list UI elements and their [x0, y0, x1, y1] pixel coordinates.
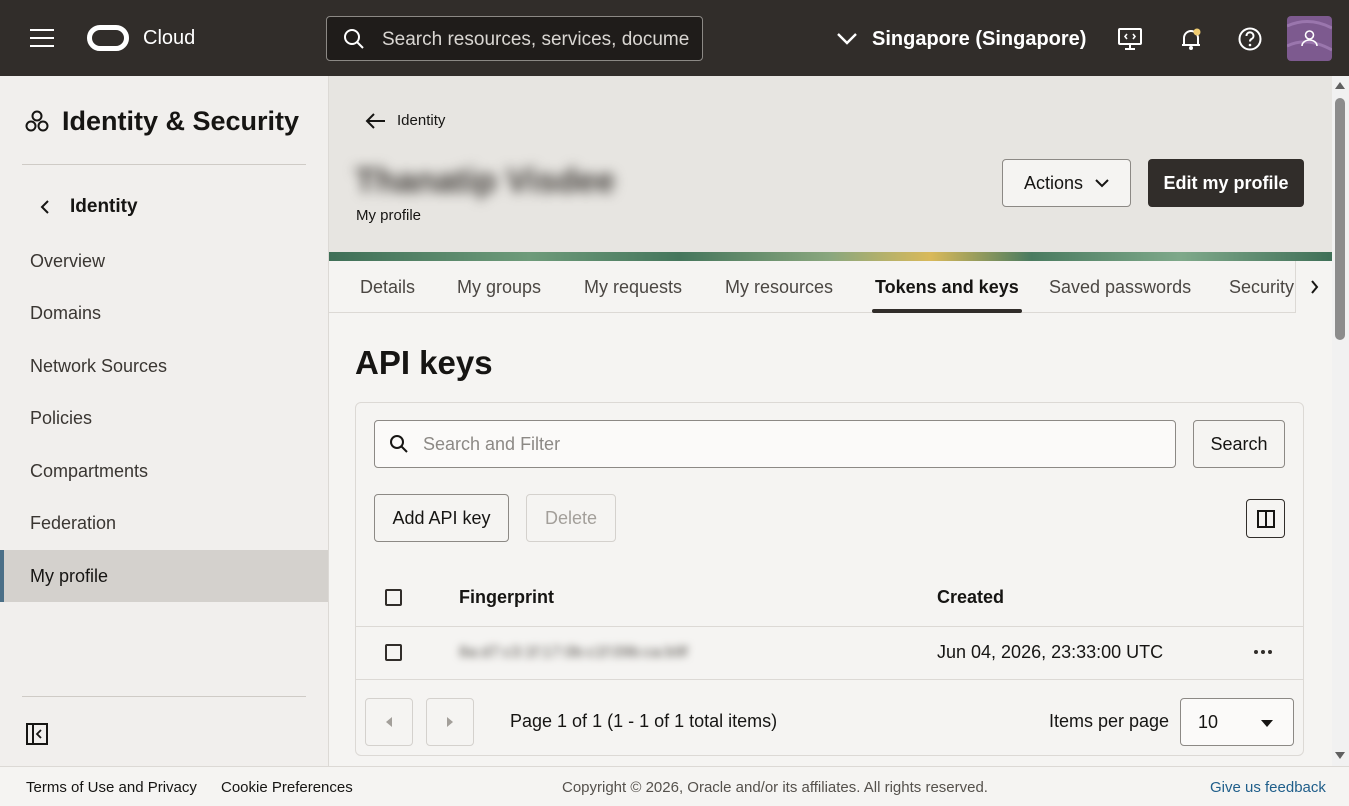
column-header-created[interactable]: Created	[937, 587, 1004, 608]
row-actions-icon[interactable]	[1254, 650, 1272, 654]
chevron-right-icon	[1310, 280, 1318, 294]
items-per-page-label: Items per page	[1049, 711, 1170, 731]
main-content: Identity Thanatip Visdee My profile Acti…	[329, 76, 1332, 766]
previous-page-button[interactable]	[365, 698, 413, 746]
copyright-text: Copyright © 2026, Oracle and/or its affi…	[562, 779, 988, 796]
bell-icon[interactable]	[1178, 26, 1204, 52]
page-header: Identity Thanatip Visdee My profile Acti…	[329, 76, 1332, 252]
search-icon	[390, 435, 408, 453]
edit-profile-button[interactable]: Edit my profile	[1148, 159, 1304, 207]
tab-my-resources[interactable]: My resources	[725, 261, 833, 313]
scroll-thumb[interactable]	[1335, 98, 1345, 340]
feedback-link[interactable]: Give us feedback	[1210, 779, 1326, 796]
chevron-left-icon	[40, 200, 49, 214]
actions-label: Actions	[1023, 172, 1084, 193]
caret-down-icon	[1261, 720, 1273, 727]
scroll-down-icon[interactable]	[1335, 752, 1345, 759]
profile-banner	[329, 252, 1332, 261]
sidebar-item-federation[interactable]: Federation	[0, 497, 328, 549]
row-divider	[356, 626, 1303, 627]
sidebar-divider	[22, 164, 306, 165]
cloud-shell-icon[interactable]	[1117, 26, 1143, 52]
row-divider	[356, 679, 1303, 680]
items-per-page-select[interactable]: 10	[1180, 698, 1294, 746]
menu-icon[interactable]	[30, 29, 54, 49]
identity-security-icon	[25, 110, 49, 131]
search-placeholder: Search resources, services, docume	[382, 29, 690, 50]
column-settings-button[interactable]	[1246, 499, 1285, 538]
sidebar-back-link[interactable]: Identity	[40, 196, 138, 218]
tab-my-requests[interactable]: My requests	[584, 261, 682, 313]
brand-name[interactable]: Cloud	[143, 27, 195, 50]
filter-placeholder: Search and Filter	[423, 434, 561, 454]
oracle-logo-icon[interactable]	[87, 25, 129, 51]
sidebar-item-network-sources[interactable]: Network Sources	[0, 340, 328, 392]
items-per-page-value: 10	[1198, 712, 1219, 732]
add-api-key-button[interactable]: Add API key	[374, 494, 509, 542]
cookie-preferences-link[interactable]: Cookie Preferences	[221, 779, 353, 796]
region-label: Singapore (Singapore)	[872, 27, 1087, 50]
pagination-status: Page 1 of 1 (1 - 1 of 1 total items)	[510, 711, 778, 731]
search-button[interactable]: Search	[1193, 420, 1285, 468]
tab-overflow-clip: Security	[1229, 261, 1295, 313]
api-keys-panel: Search and Filter Search Add API key Del…	[355, 402, 1304, 756]
chevron-down-icon	[1095, 178, 1109, 187]
collapse-sidebar-icon[interactable]	[26, 723, 48, 745]
caret-left-icon	[386, 717, 392, 727]
top-bar: Cloud Search resources, services, docume…	[0, 0, 1349, 76]
sidebar-title: Identity & Security	[24, 106, 299, 137]
terms-link[interactable]: Terms of Use and Privacy	[26, 779, 197, 796]
actions-button[interactable]: Actions	[1002, 159, 1131, 207]
tab-tokens-and-keys[interactable]: Tokens and keys	[872, 261, 1022, 313]
user-name: Thanatip Visdee	[355, 162, 616, 200]
avatar[interactable]	[1287, 16, 1332, 61]
tab-bar: Details My groups My requests My resourc…	[329, 261, 1332, 313]
sidebar-item-domains[interactable]: Domains	[0, 287, 328, 339]
next-page-button[interactable]	[426, 698, 474, 746]
select-all-checkbox[interactable]	[385, 589, 402, 606]
tab-security[interactable]: Security	[1229, 261, 1294, 313]
sidebar-title-text: Identity & Security	[62, 106, 300, 136]
user-icon	[1287, 20, 1332, 52]
scroll-up-icon[interactable]	[1335, 82, 1345, 89]
fingerprint-cell: 8a:d7:c3:1f:17:0b:c1f:09b:ca:b9f	[459, 644, 688, 661]
columns-icon	[1256, 509, 1275, 528]
region-selector[interactable]: Singapore (Singapore)	[836, 26, 1086, 52]
sidebar-item-my-profile[interactable]: My profile	[0, 550, 328, 602]
footer: Terms of Use and Privacy Cookie Preferen…	[0, 766, 1349, 806]
arrow-left-icon	[365, 112, 385, 129]
row-checkbox[interactable]	[385, 644, 402, 661]
sidebar-item-policies[interactable]: Policies	[0, 392, 328, 444]
tabs-scroll-right-button[interactable]	[1295, 261, 1332, 313]
back-to-identity-link[interactable]: Identity	[365, 112, 445, 129]
chevron-down-icon	[837, 33, 857, 45]
page-subtitle: My profile	[356, 207, 422, 224]
global-search-input[interactable]: Search resources, services, docume	[326, 16, 703, 61]
tab-saved-passwords[interactable]: Saved passwords	[1049, 261, 1191, 313]
tab-my-groups[interactable]: My groups	[457, 261, 541, 313]
sidebar-divider	[22, 696, 306, 697]
caret-right-icon	[447, 717, 453, 727]
back-link-label: Identity	[397, 112, 446, 129]
created-cell: Jun 04, 2026, 23:33:00 UTC	[937, 642, 1164, 662]
search-icon	[344, 29, 364, 49]
page-scrollbar[interactable]	[1332, 76, 1349, 766]
column-header-fingerprint[interactable]: Fingerprint	[459, 587, 554, 608]
sidebar: Identity & Security Identity Overview Do…	[0, 76, 329, 766]
sidebar-back-label: Identity	[70, 196, 138, 217]
section-title: API keys	[355, 344, 493, 381]
sidebar-item-overview[interactable]: Overview	[0, 235, 328, 287]
delete-button[interactable]: Delete	[526, 494, 616, 542]
tab-details[interactable]: Details	[360, 261, 415, 313]
sidebar-item-compartments[interactable]: Compartments	[0, 445, 328, 497]
help-icon[interactable]	[1237, 26, 1263, 52]
search-filter-input[interactable]: Search and Filter	[374, 420, 1176, 468]
